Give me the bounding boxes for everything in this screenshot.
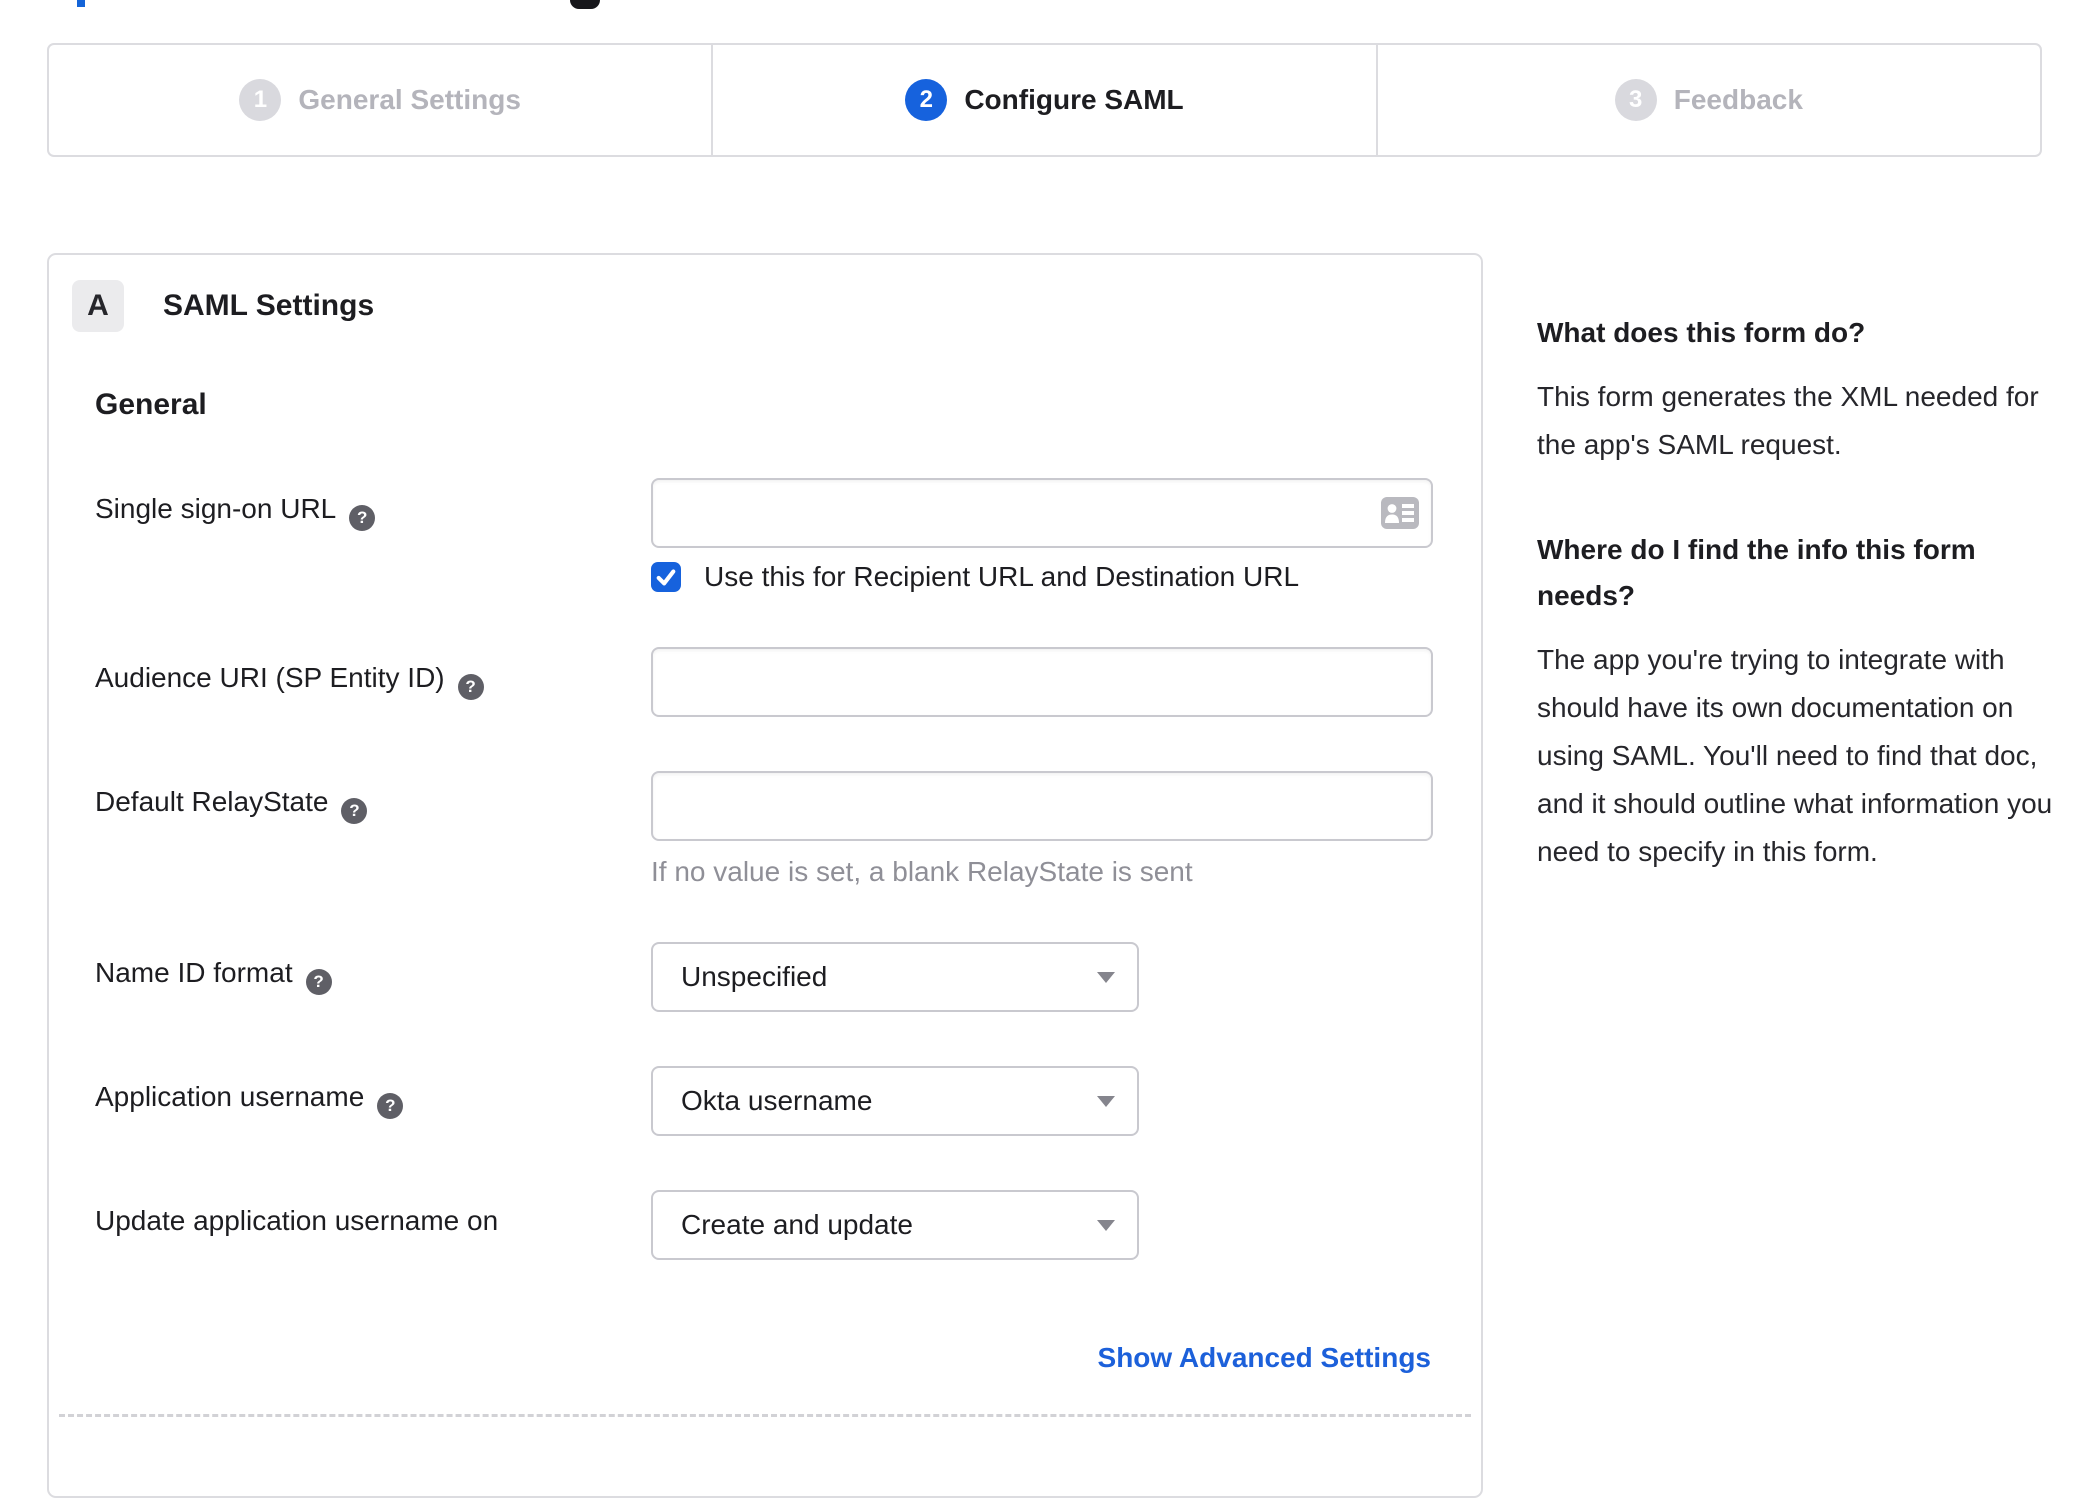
step-label: Feedback (1673, 84, 1803, 115)
audience-uri-label: Audience URI (SP Entity ID)? (95, 647, 651, 717)
section-divider (59, 1414, 1471, 1417)
help-icon[interactable]: ? (341, 798, 368, 824)
app-username-control: Okta username (651, 1066, 1431, 1136)
step-feedback[interactable]: 3 Feedback (1375, 45, 2040, 155)
app-username-select[interactable]: Okta username (651, 1066, 1139, 1136)
name-id-format-value: Unspecified (681, 961, 828, 992)
name-id-format-label: Name ID format? (95, 942, 651, 1012)
step-general-settings[interactable]: 1 General Settings (49, 45, 711, 155)
caret-down-icon (1097, 1095, 1115, 1107)
field-row-name-id-format: Name ID format? Unspecified (95, 942, 1431, 1012)
step-label: General Settings (298, 84, 521, 115)
caret-down-icon (1097, 1219, 1115, 1231)
step-configure-saml[interactable]: 2 Configure SAML (711, 45, 1375, 155)
main-content: A SAML Settings General Single sign-on U… (47, 253, 2067, 1498)
general-section-title: General (95, 388, 207, 421)
app-username-value: Okta username (681, 1085, 873, 1116)
help-icon[interactable]: ? (305, 969, 332, 995)
recipient-url-checkbox[interactable] (651, 562, 681, 592)
update-username-select[interactable]: Create and update (651, 1190, 1139, 1260)
sso-url-input[interactable] (651, 478, 1433, 548)
advanced-settings-row: Show Advanced Settings (95, 1342, 1431, 1374)
app-username-label: Application username? (95, 1066, 651, 1136)
panel-title: SAML Settings (163, 289, 375, 322)
field-row-update-username: Update application username on Create an… (95, 1190, 1431, 1260)
step-number-badge: 1 (239, 79, 282, 121)
help-sidebar: What does this form do? This form genera… (1537, 253, 2067, 934)
step-number-badge: 2 (905, 79, 948, 121)
clipped-header-icon (570, 0, 600, 9)
help-icon[interactable]: ? (349, 505, 376, 531)
sso-url-control: Use this for Recipient URL and Destinati… (651, 478, 1433, 593)
audience-uri-control (651, 647, 1433, 717)
relay-state-control: If no value is set, a blank RelayState i… (651, 771, 1433, 888)
name-id-format-control: Unspecified (651, 942, 1431, 1012)
saml-settings-panel: A SAML Settings General Single sign-on U… (47, 253, 1483, 1498)
clipped-title-accent (77, 0, 85, 7)
relay-state-label: Default RelayState? (95, 771, 651, 888)
contact-card-icon[interactable] (1381, 497, 1419, 534)
field-row-relay-state: Default RelayState? If no value is set, … (95, 771, 1433, 888)
sso-url-input-wrap (651, 478, 1433, 548)
sidebar-body-what: This form generates the XML needed for t… (1537, 381, 2039, 460)
field-row-audience-uri: Audience URI (SP Entity ID)? (95, 647, 1433, 717)
step-label: Configure SAML (964, 84, 1184, 115)
recipient-url-checkbox-row: Use this for Recipient URL and Destinati… (651, 561, 1433, 593)
name-id-format-select[interactable]: Unspecified (651, 942, 1139, 1012)
field-row-app-username: Application username? Okta username (95, 1066, 1431, 1136)
audience-uri-input[interactable] (651, 647, 1433, 717)
update-username-control: Create and update (651, 1190, 1431, 1260)
panel-body: General Single sign-on URL? Use this for… (49, 332, 1481, 1374)
section-a-badge: A (72, 280, 124, 332)
sidebar-body-where: The app you're trying to integrate with … (1537, 644, 2053, 867)
panel-header: A SAML Settings (72, 280, 1481, 332)
sidebar-heading-what: What does this form do? (1537, 317, 1866, 348)
recipient-url-checkbox-label: Use this for Recipient URL and Destinati… (704, 561, 1300, 592)
wizard-stepper: 1 General Settings 2 Configure SAML 3 Fe… (47, 43, 2042, 157)
sidebar-heading-where: Where do I find the info this form needs… (1537, 534, 1976, 611)
show-advanced-settings-link[interactable]: Show Advanced Settings (1098, 1342, 1431, 1374)
field-row-sso-url: Single sign-on URL? Use this for Recipie… (95, 478, 1433, 593)
step-number-badge: 3 (1614, 79, 1657, 121)
caret-down-icon (1097, 971, 1115, 983)
sso-url-label: Single sign-on URL? (95, 478, 651, 593)
update-username-label: Update application username on (95, 1205, 499, 1236)
help-icon[interactable]: ? (457, 674, 484, 700)
relay-state-hint: If no value is set, a blank RelayState i… (651, 856, 1193, 887)
update-username-value: Create and update (681, 1209, 913, 1240)
relay-state-input[interactable] (651, 771, 1433, 841)
help-icon[interactable]: ? (377, 1093, 404, 1119)
